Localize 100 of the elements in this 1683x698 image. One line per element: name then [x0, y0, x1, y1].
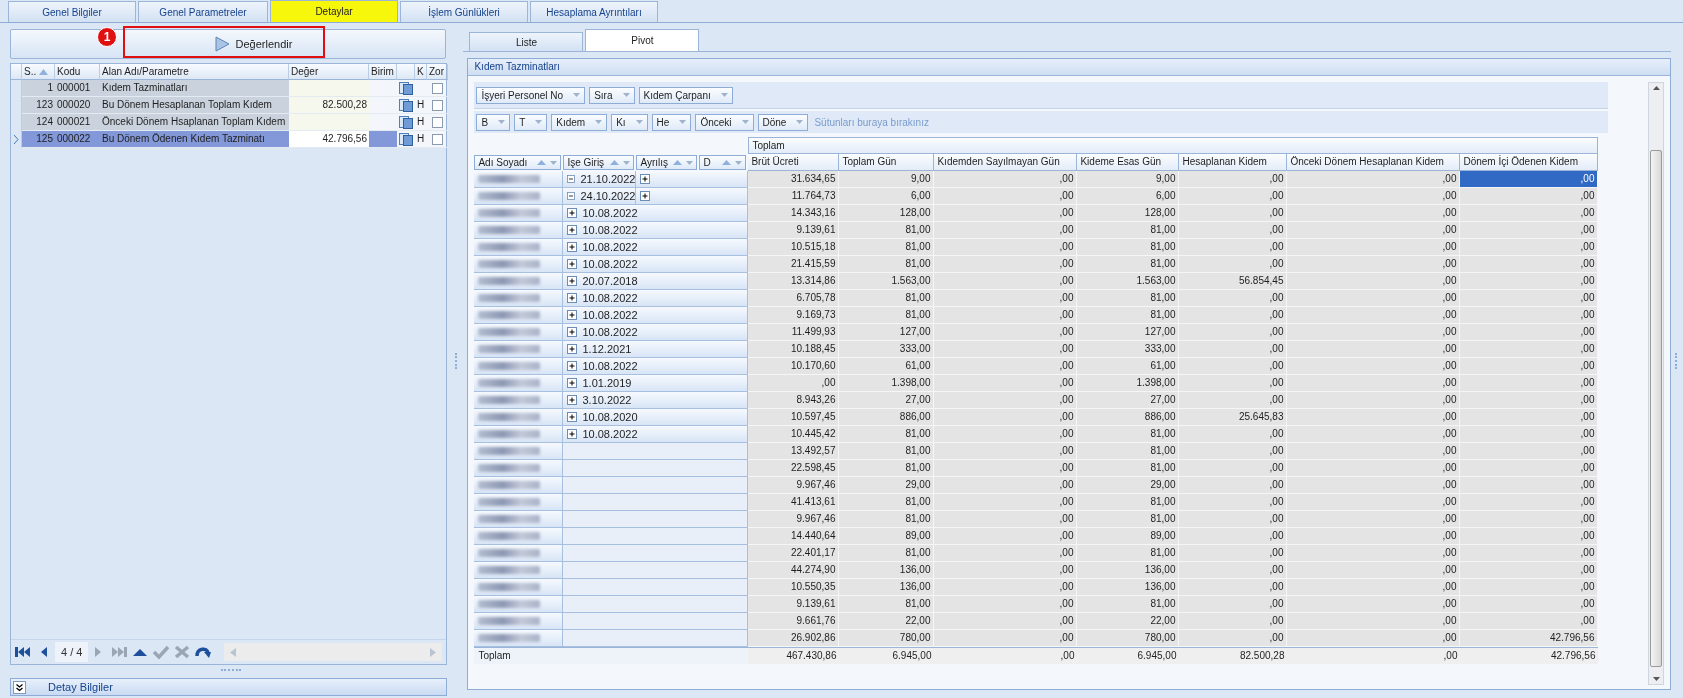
document-icon[interactable] [399, 98, 413, 112]
blurred-name [478, 481, 541, 489]
row-header-cell: 10.08.2020 [563, 409, 749, 426]
expand-icon[interactable] [567, 344, 578, 354]
expand-icon[interactable] [567, 293, 578, 303]
filter-field-button[interactable]: Sıra [589, 86, 635, 104]
collapse-icon[interactable] [567, 174, 576, 184]
checkbox[interactable] [432, 82, 443, 94]
collapse-icon[interactable] [567, 191, 576, 201]
row-field-button[interactable]: Adı Soyadı [474, 155, 562, 170]
data-field-button[interactable]: Döne [757, 113, 809, 131]
row-field-button[interactable]: D [699, 155, 747, 170]
checkbox[interactable] [432, 116, 443, 128]
grid-row[interactable]: 124 000021 Önceki Dönem Hsaplanan Toplam Kıdem H [11, 114, 446, 131]
expand-icon[interactable] [567, 259, 578, 269]
column-header[interactable]: Dönem İçi Ödenen Kidem [1460, 154, 1599, 171]
expand-icon[interactable] [567, 208, 578, 218]
tab[interactable]: Genel Bilgiler [8, 1, 136, 22]
splitter-grip[interactable] [1675, 352, 1679, 369]
tab[interactable]: Hesaplama Ayrıntıları [530, 1, 658, 22]
grid-row[interactable]: 1 000001 Kıdem Tazminatları [11, 80, 446, 97]
grid-row[interactable]: 125 000022 Bu Dönem Ödenen Kıdem Tazminatı 42.796,56 H [11, 131, 446, 148]
data-field-button[interactable]: Kıdem [551, 113, 608, 131]
table-cell: 1.398,00 [839, 375, 935, 392]
expand-icon[interactable] [567, 378, 578, 388]
table-cell: ,00 [1460, 443, 1599, 460]
table-cell: ,00 [1179, 596, 1288, 613]
total-cell: 82.500,28 [1179, 647, 1288, 664]
table-cell: ,00 [934, 273, 1078, 290]
filter-field-button[interactable]: İşyeri Personel No [476, 86, 586, 104]
blurred-name [478, 328, 541, 336]
column-header[interactable]: Brüt Ücreti [748, 154, 840, 171]
filter-field-button[interactable]: Kıdem Çarpanı [638, 86, 733, 104]
column-header[interactable]: Önceki Dönem Hesaplanan Kidem [1287, 154, 1461, 171]
table-cell: ,00 [1287, 222, 1461, 239]
scroll-up-icon[interactable] [1652, 86, 1660, 90]
expand-icon[interactable] [640, 174, 651, 184]
splitter-grip[interactable] [455, 352, 460, 369]
blurred-name [478, 362, 541, 370]
row-header-cell: 10.08.2022 [563, 290, 749, 307]
checkbox[interactable] [432, 133, 443, 145]
data-field-button[interactable]: He [651, 113, 692, 131]
scroll-down-icon[interactable] [1652, 677, 1660, 681]
table-cell: ,00 [1179, 545, 1288, 562]
expand-icon[interactable] [567, 276, 578, 286]
expand-icon[interactable] [567, 412, 578, 422]
grid-row[interactable]: 123 000020 Bu Dönem Hesaplanan Toplam Kıdem 82.500,28 H [11, 97, 446, 114]
table-cell: ,00 [1287, 188, 1461, 205]
redo-arrow-icon[interactable] [193, 644, 214, 660]
splitter-grip[interactable] [220, 669, 241, 674]
tab[interactable]: Detaylar [270, 0, 398, 22]
table-cell: 81,00 [1077, 545, 1180, 562]
data-field-button[interactable]: B [476, 113, 511, 131]
expand-chevron-icon[interactable] [13, 680, 26, 694]
tab[interactable]: İşlem Günlükleri [400, 1, 528, 22]
table-cell: ,00 [1460, 562, 1599, 579]
document-icon[interactable] [399, 132, 413, 146]
dropdown-icon [595, 120, 603, 124]
tab[interactable]: Genel Parametreler [138, 1, 268, 22]
table-cell: ,00 [1179, 392, 1288, 409]
expand-icon[interactable] [567, 327, 578, 337]
sort-icon [673, 160, 683, 165]
column-header[interactable]: Kıdemden Sayılmayan Gün [934, 154, 1078, 171]
row-field-button[interactable]: Ayrılış [636, 155, 698, 170]
scrollbar-thumb[interactable] [1650, 150, 1662, 667]
first-record-icon[interactable] [13, 644, 33, 660]
checkbox[interactable] [432, 99, 443, 111]
tab[interactable]: Pivot [585, 29, 700, 51]
column-header[interactable]: Toplam Gün [839, 154, 935, 171]
column-header[interactable]: Hesaplanan Kidem [1179, 154, 1288, 171]
detail-panel-header[interactable]: Detay Bilgiler [10, 678, 447, 696]
group-title: Kıdem Tazminatları [468, 59, 1670, 76]
expand-icon[interactable] [567, 429, 578, 439]
table-cell: ,00 [1460, 409, 1599, 426]
data-field-button[interactable]: Kı [611, 113, 648, 131]
tab[interactable]: Liste [469, 32, 584, 51]
column-header[interactable]: Kideme Esas Gün [1077, 154, 1180, 171]
table-cell: 1.563,00 [1077, 273, 1180, 290]
vertical-scrollbar[interactable] [1648, 82, 1664, 685]
table-cell: ,00 [1287, 205, 1461, 222]
table-cell: ,00 [1287, 545, 1461, 562]
table-cell: 81,00 [839, 443, 935, 460]
data-field-button[interactable]: Önceki [695, 113, 754, 131]
table-cell: ,00 [1179, 222, 1288, 239]
row-field-button[interactable]: İşe Giriş [563, 155, 635, 170]
table-cell: ,00 [934, 562, 1078, 579]
document-icon[interactable] [399, 115, 413, 129]
expand-icon[interactable] [567, 395, 578, 405]
table-cell: ,00 [1287, 426, 1461, 443]
document-icon[interactable] [399, 81, 413, 95]
expand-icon[interactable] [640, 191, 651, 201]
data-field-button[interactable]: T [514, 113, 548, 131]
dropdown-icon [635, 120, 643, 124]
table-cell: 42.796,56 [1460, 630, 1599, 647]
table-cell: ,00 [1179, 256, 1288, 273]
row-header-cell: 10.08.2022 [563, 239, 749, 256]
expand-icon[interactable] [567, 361, 578, 371]
expand-icon[interactable] [567, 310, 578, 320]
expand-icon[interactable] [567, 225, 578, 235]
expand-icon[interactable] [567, 242, 578, 252]
